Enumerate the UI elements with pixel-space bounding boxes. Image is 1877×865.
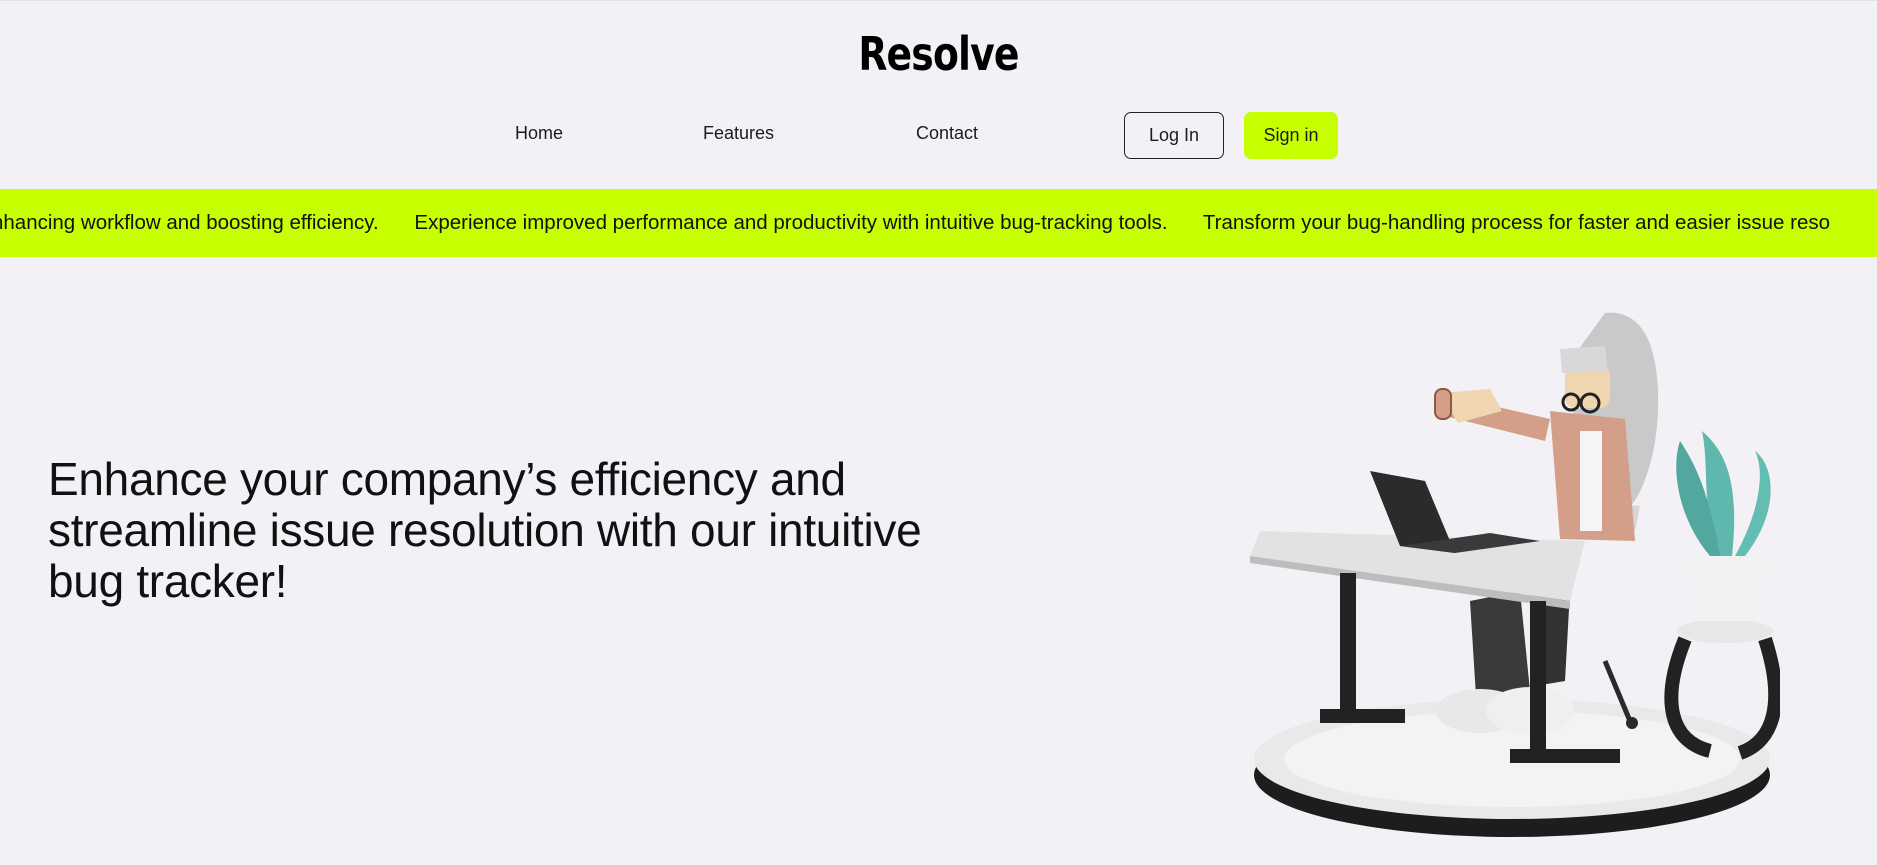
person-sleeve	[1434, 388, 1452, 420]
announcement-marquee: nhancing workflow and boosting efficienc…	[0, 189, 1877, 257]
desk-leg	[1530, 601, 1546, 751]
desk-foot	[1320, 709, 1405, 723]
nav-link-features[interactable]: Features	[703, 123, 774, 144]
brand-logo[interactable]: Resolve	[169, 27, 1708, 81]
desk-foot	[1510, 749, 1620, 763]
hero-headline: Enhance your company’s efficiency and st…	[48, 453, 922, 607]
person-hat	[1560, 346, 1608, 373]
plant-pot	[1685, 551, 1770, 621]
desk-leg	[1340, 573, 1356, 713]
marquee-item: Experience improved performance and prod…	[414, 211, 1168, 234]
person-pants	[1470, 591, 1530, 696]
marquee-item: nhancing workflow and boosting efficienc…	[0, 211, 379, 234]
signin-button[interactable]: Sign in	[1244, 112, 1338, 159]
stand-top	[1677, 619, 1773, 643]
login-button[interactable]: Log In	[1124, 112, 1224, 159]
plant-leaf	[1735, 451, 1771, 556]
main-nav: Home Features Contact Log In Sign in	[0, 112, 1877, 160]
chair-wheel	[1626, 717, 1638, 729]
marquee-track: nhancing workflow and boosting efficienc…	[0, 211, 1860, 235]
person-shirt	[1580, 431, 1602, 531]
marquee-item: Transform your bug-handling process for …	[1202, 211, 1830, 234]
nav-link-contact[interactable]: Contact	[916, 123, 978, 144]
nav-link-home[interactable]: Home	[515, 123, 563, 144]
person-at-desk-illustration	[1250, 312, 1780, 837]
